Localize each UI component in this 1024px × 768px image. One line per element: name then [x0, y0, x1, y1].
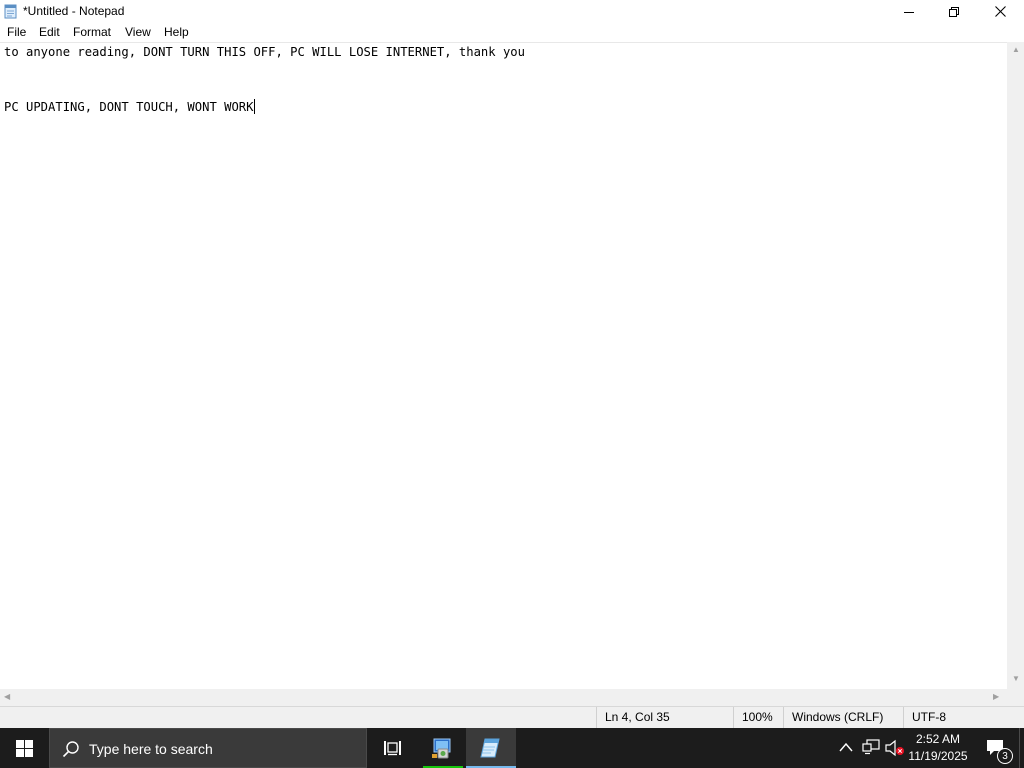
- window-title: *Untitled - Notepad: [23, 4, 125, 18]
- notepad-icon[interactable]: [4, 4, 18, 19]
- vertical-scrollbar[interactable]: ▲ ▼: [1007, 42, 1024, 689]
- scroll-left-icon[interactable]: ◀: [4, 693, 10, 701]
- notepad-icon: [480, 738, 500, 758]
- close-button[interactable]: [977, 0, 1023, 23]
- notification-count-badge: 3: [997, 748, 1013, 764]
- taskbar-search-box[interactable]: Type here to search: [49, 728, 367, 768]
- status-zoom: 100%: [733, 707, 783, 728]
- menu-edit[interactable]: Edit: [39, 25, 60, 39]
- status-line-ending: Windows (CRLF): [783, 707, 903, 728]
- start-button[interactable]: [0, 728, 48, 768]
- scroll-down-icon[interactable]: ▼: [1012, 675, 1020, 683]
- scrollbar-corner: [1007, 689, 1024, 706]
- volume-muted-icon[interactable]: [885, 739, 905, 760]
- control-panel-icon: [432, 738, 451, 759]
- status-position: Ln 4, Col 35: [596, 707, 733, 728]
- taskbar: Type here to search 2:52 AM 11/19/2025 3: [0, 728, 1024, 768]
- minimize-icon: [904, 11, 914, 13]
- search-placeholder: Type here to search: [89, 741, 213, 757]
- clock-date: 11/19/2025: [908, 749, 968, 763]
- clock-time: 2:52 AM: [915, 732, 961, 746]
- text-editor[interactable]: to anyone reading, DONT TURN THIS OFF, P…: [0, 42, 1007, 689]
- search-icon: [62, 741, 79, 758]
- scroll-up-icon[interactable]: ▲: [1012, 46, 1020, 54]
- editor-line-4: PC UPDATING, DONT TOUCH, WONT WORK: [4, 100, 254, 114]
- menu-file[interactable]: File: [7, 25, 26, 39]
- menu-help[interactable]: Help: [164, 25, 189, 39]
- restore-icon: [949, 6, 959, 17]
- restore-button[interactable]: [931, 0, 977, 23]
- title-bar[interactable]: *Untitled - Notepad: [0, 0, 1024, 23]
- taskbar-notepad[interactable]: [466, 728, 516, 768]
- minimize-button[interactable]: [886, 0, 932, 23]
- editor-line-4-wrap: PC UPDATING, DONT TOUCH, WONT WORK: [4, 99, 256, 114]
- system-clock[interactable]: 2:52 AM 11/19/2025: [906, 731, 970, 765]
- notification-center-button[interactable]: 3: [978, 728, 1014, 768]
- chevron-up-icon[interactable]: [839, 741, 853, 756]
- menu-view[interactable]: View: [125, 25, 151, 39]
- menu-format[interactable]: Format: [73, 25, 111, 39]
- text-caret: [254, 99, 256, 114]
- horizontal-scrollbar[interactable]: ◀ ▶: [0, 689, 1007, 706]
- show-desktop-button[interactable]: [1019, 728, 1024, 768]
- task-view-button[interactable]: [368, 728, 416, 768]
- status-bar: Ln 4, Col 35 100% Windows (CRLF) UTF-8: [0, 706, 1024, 728]
- task-view-icon: [384, 741, 401, 756]
- scroll-right-icon[interactable]: ▶: [993, 693, 999, 701]
- close-icon: [994, 6, 1006, 17]
- status-encoding: UTF-8: [903, 707, 1024, 728]
- taskbar-control-panel[interactable]: [423, 728, 463, 768]
- windows-logo-icon: [15, 739, 33, 757]
- editor-line-1: to anyone reading, DONT TURN THIS OFF, P…: [4, 45, 525, 59]
- network-icon[interactable]: [862, 739, 880, 758]
- menu-bar: File Edit Format View Help: [0, 23, 1024, 42]
